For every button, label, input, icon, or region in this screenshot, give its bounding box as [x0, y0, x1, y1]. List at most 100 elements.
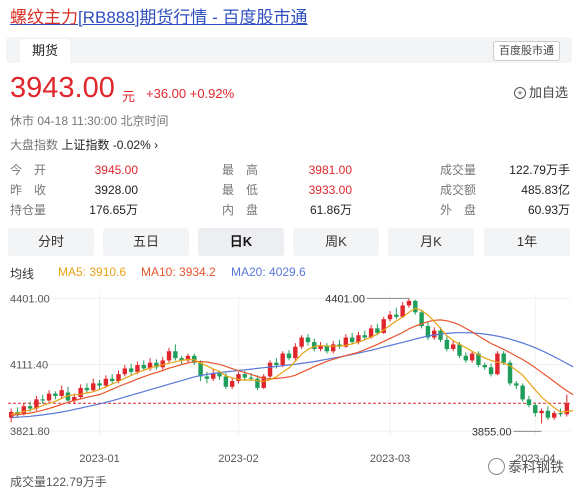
candle-body	[432, 330, 437, 338]
open-interest-value: 176.65万	[89, 203, 138, 217]
watermark-text: 泰科钢铁	[508, 459, 564, 475]
ma10-legend: MA10: 3934.2	[141, 265, 216, 279]
candle-body	[84, 387, 90, 391]
add-watchlist-button[interactable]: + 加自选	[513, 82, 568, 101]
candle-body	[457, 344, 462, 356]
candle-body	[520, 385, 525, 400]
tab-one-year[interactable]: 1年	[484, 228, 570, 256]
candle-body	[564, 403, 570, 415]
candle-body	[40, 399, 45, 401]
high-value: 3981.00	[308, 163, 352, 177]
current-price: 3943.00	[10, 72, 115, 104]
tab-weekly-k[interactable]: 周K	[293, 228, 379, 256]
candle-body	[248, 377, 254, 379]
tab-intraday[interactable]: 分时	[8, 228, 94, 256]
high-marker-label: 4401.00	[325, 293, 365, 305]
ma5-legend: MA5: 3910.6	[58, 265, 127, 279]
candle-body	[375, 328, 380, 333]
market-status: 休市 04-18 11:30:00 北京时间	[10, 114, 169, 128]
volume-footer: 成交量122.79万手	[10, 475, 107, 489]
title-contract: 螺纹主力	[10, 8, 78, 27]
prev-close-label: 昨 收	[10, 183, 47, 197]
kline-chart[interactable]: 4401.00 4111.40 3821.80 2023-01 2023-02 2023-…	[0, 286, 578, 466]
candle-body	[53, 393, 58, 396]
wechat-icon	[488, 458, 505, 475]
plus-icon: +	[513, 87, 526, 99]
candle-body	[242, 374, 248, 378]
candle-body	[362, 335, 367, 338]
candle-body	[59, 390, 64, 396]
page-title[interactable]: 螺纹主力[RB888]期货行情 - 百度股市通	[10, 3, 308, 28]
candle-body	[501, 353, 506, 363]
index-change: -0.02%	[112, 138, 151, 152]
y-tick-label: 4401.00	[10, 293, 50, 305]
candle-body	[400, 305, 405, 317]
candle-body	[482, 365, 487, 368]
add-watchlist-label: 加自选	[528, 85, 568, 100]
candle-body	[438, 330, 443, 340]
candle-body	[173, 351, 178, 359]
ma5-line	[11, 307, 574, 415]
candle-body	[198, 362, 203, 377]
candle-body	[312, 342, 317, 349]
candle-body	[166, 351, 172, 361]
baidu-stock-button[interactable]: 百度股市通	[493, 41, 560, 61]
outer-value: 60.93万	[527, 203, 570, 217]
tab-daily-k[interactable]: 日K	[198, 228, 284, 256]
candle-body	[450, 344, 456, 349]
high-label: 最 高	[222, 163, 259, 177]
candle-body	[223, 376, 229, 387]
low-marker-label: 3855.00	[472, 426, 512, 438]
outer-label: 外 盘	[440, 203, 477, 217]
candle-body	[488, 367, 494, 375]
candle-body	[545, 410, 551, 418]
candle-body	[91, 383, 96, 391]
candle-body	[293, 346, 298, 359]
open-label: 今 开	[10, 163, 47, 177]
candle-body	[387, 314, 393, 320]
candle-body	[526, 399, 532, 406]
tab-monthly-k[interactable]: 月K	[388, 228, 474, 256]
candle-body	[406, 300, 412, 306]
x-tick-label: 2023-03	[370, 453, 410, 465]
candle-body	[349, 337, 355, 343]
amount-label: 成交额	[440, 183, 477, 197]
x-tick-label: 2023-01	[79, 453, 119, 465]
index-name: 上证指数	[61, 138, 110, 152]
candle-body	[514, 383, 519, 386]
candle-body	[539, 410, 544, 414]
candle-body	[330, 344, 336, 352]
candle-body	[286, 353, 292, 359]
inner-value: 61.86万	[309, 203, 352, 217]
candle-body	[413, 300, 418, 313]
candle-body	[394, 314, 399, 317]
candle-body	[217, 373, 222, 377]
open-interest-label: 持仓量	[10, 203, 47, 217]
amount-value: 485.83亿	[521, 183, 570, 197]
tab-futures[interactable]: 期货	[20, 39, 71, 63]
candle-body	[46, 393, 52, 401]
index-label: 大盘指数	[10, 138, 59, 152]
candle-body	[469, 353, 475, 361]
candle-body	[141, 365, 146, 369]
tab-five-day[interactable]: 五日	[103, 228, 189, 256]
candle-body	[463, 355, 469, 361]
candle-body	[558, 413, 563, 415]
candle-body	[128, 368, 134, 372]
ma20-line	[11, 332, 574, 419]
candle-body	[305, 337, 311, 343]
candle-body	[122, 368, 128, 375]
candle-body	[109, 378, 115, 382]
candle-body	[116, 374, 121, 382]
candle-body	[229, 381, 235, 387]
open-value: 3945.00	[94, 163, 138, 177]
prev-close-value: 3928.00	[94, 183, 138, 197]
candle-body	[280, 353, 285, 365]
candle-body	[552, 413, 557, 418]
chevron-right-icon: ›	[154, 138, 159, 152]
market-index[interactable]: 大盘指数 上证指数 -0.02% ›	[10, 136, 158, 153]
period-tabs: 分时 五日 日K 周K 月K 1年	[8, 228, 570, 256]
y-tick-label: 4111.40	[10, 360, 48, 372]
candle-body	[27, 406, 33, 409]
price-unit: 元	[122, 89, 136, 104]
